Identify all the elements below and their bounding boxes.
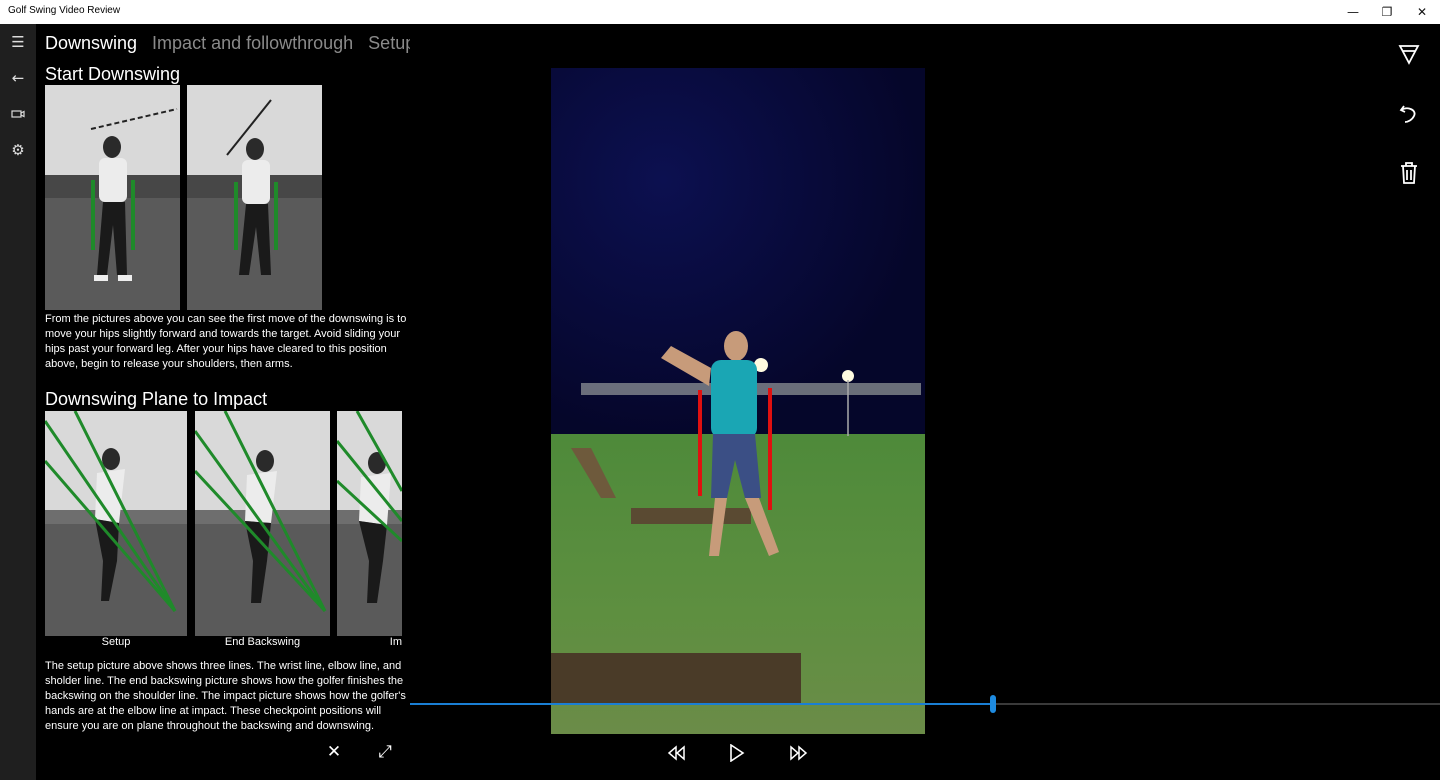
- start-downswing-image-1: [45, 85, 180, 310]
- fast-forward-button[interactable]: [780, 738, 816, 768]
- section-title-start-downswing: Start Downswing: [45, 64, 181, 84]
- gear-icon: ⚙: [11, 141, 25, 159]
- section-title-downswing-plane: Downswing Plane to Impact: [45, 389, 268, 409]
- undo-icon: [1399, 105, 1416, 123]
- close-icon: ✕: [1416, 5, 1428, 19]
- back-button[interactable]: ←: [0, 60, 36, 96]
- pivot-tabs: Downswing Impact and followthrough Setup: [45, 33, 410, 54]
- lesson-pane: Downswing Impact and followthrough Setup S…: [36, 24, 410, 780]
- rewind-icon: [667, 745, 685, 761]
- back-arrow-icon: ←: [11, 69, 25, 87]
- caption-setup: Setup: [101, 636, 131, 648]
- maximize-button[interactable]: ❐: [1370, 0, 1404, 24]
- close-icon: ✕: [326, 742, 342, 762]
- tab-impact-followthrough[interactable]: Impact and followthrough: [152, 33, 353, 53]
- plane-image-end-backswing: [195, 411, 330, 636]
- tab-downswing[interactable]: Downswing: [45, 33, 137, 53]
- plane-image-setup: [45, 411, 187, 636]
- swing-video[interactable]: [551, 68, 925, 734]
- golfer-figure: [337, 411, 402, 603]
- close-window-button[interactable]: ✕: [1405, 0, 1439, 24]
- draw-angle-button[interactable]: [1394, 39, 1424, 69]
- play-button[interactable]: [719, 738, 755, 768]
- nav-rail: ☰ ← ⚙: [0, 24, 36, 780]
- hamburger-menu-icon: ☰: [11, 33, 25, 51]
- downswing-plane-text: The setup picture above shows three line…: [45, 660, 406, 732]
- expand-icon: ⤢: [378, 742, 392, 762]
- tab-setup[interactable]: Setup: [368, 33, 410, 53]
- restore-icon: ❐: [1381, 5, 1393, 19]
- funnel-icon: [1398, 45, 1420, 65]
- caption-end-backswing: End Backswing: [224, 636, 301, 648]
- minimize-button[interactable]: —: [1336, 0, 1370, 24]
- golfer-figure: [195, 411, 327, 613]
- delete-button[interactable]: [1394, 158, 1424, 188]
- timeline-progress: [410, 703, 993, 705]
- settings-button[interactable]: ⚙: [0, 132, 36, 168]
- start-downswing-text: From the pictures above you can see the …: [45, 313, 407, 370]
- undo-button[interactable]: [1394, 98, 1424, 128]
- expand-lesson-button[interactable]: ⤢: [373, 740, 397, 764]
- golfer-figure: [226, 99, 278, 275]
- timeline-track[interactable]: [410, 695, 1440, 713]
- window-title: Golf Swing Video Review: [8, 5, 121, 16]
- close-lesson-button[interactable]: ✕: [322, 740, 346, 764]
- golfer-figure: [90, 108, 178, 281]
- title-bar: Golf Swing Video Review — ❐ ✕: [0, 0, 1440, 24]
- fast-forward-icon: [790, 745, 808, 761]
- start-downswing-image-2: [187, 85, 322, 310]
- plane-image-impact: [337, 411, 402, 636]
- videos-button[interactable]: [0, 96, 36, 132]
- play-icon: [730, 744, 745, 762]
- minimize-icon: —: [1347, 5, 1359, 19]
- trash-icon: [1401, 162, 1417, 184]
- timeline-scrubber[interactable]: [989, 695, 996, 713]
- video-scene: [551, 331, 921, 703]
- caption-impact: Im: [389, 636, 402, 648]
- golfer-figure: [45, 411, 177, 612]
- rewind-button[interactable]: [659, 738, 695, 768]
- video-camera-icon: [11, 110, 25, 118]
- hamburger-menu-button[interactable]: ☰: [0, 24, 36, 60]
